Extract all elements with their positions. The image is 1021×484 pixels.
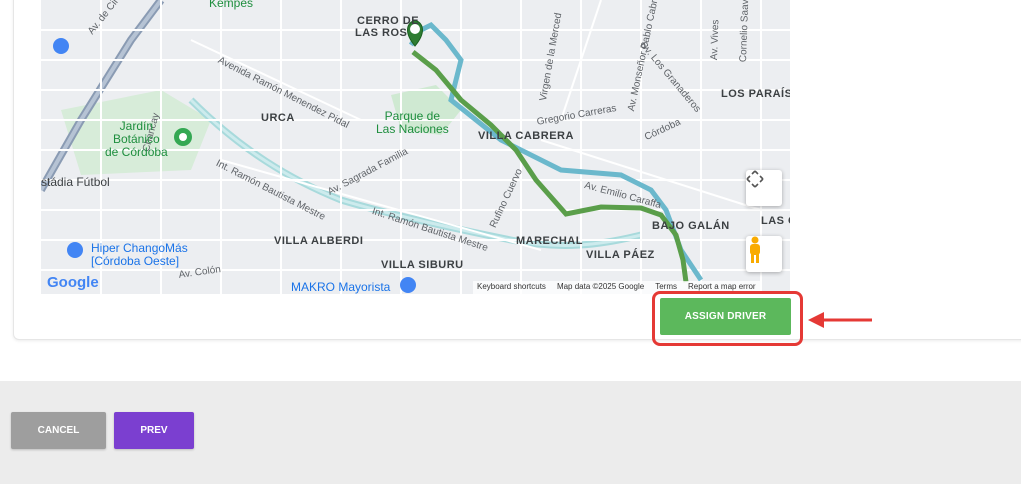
label-las-c: LAS C	[761, 215, 790, 227]
route-map[interactable]: CERRO DE LAS ROS URCA VILLA CABRERA LOS …	[41, 0, 790, 294]
assign-driver-button[interactable]: ASSIGN DRIVER	[660, 298, 791, 335]
label-los-paraisos: LOS PARAÍS	[721, 88, 790, 100]
label-marechal: MARECHAL	[516, 235, 583, 247]
label-villa-paez: VILLA PÁEZ	[586, 249, 655, 261]
label-villa-alberdi: VILLA ALBERDI	[274, 235, 364, 247]
poi-chango: Hiper ChangoMás [Córdoba Oeste]	[91, 241, 188, 268]
pointer-arrow-icon	[808, 312, 872, 328]
poi-parque: Parque de Las Naciones	[376, 109, 449, 136]
lock-poi-icon	[53, 38, 69, 54]
label-cerro: CERRO DE	[357, 15, 420, 27]
google-logo: Google	[47, 274, 99, 291]
street-view-button[interactable]	[746, 236, 782, 272]
label-villa-siburu: VILLA SIBURU	[381, 259, 464, 271]
cancel-button[interactable]: CANCEL	[11, 412, 106, 449]
map-data-text: Map data ©2025 Google	[556, 282, 645, 291]
poi-kempes: Kempes	[209, 0, 254, 10]
pegman-icon	[750, 236, 760, 263]
poi-jardin: Jardín Botánico de Córdoba	[105, 119, 168, 159]
poi-makro: MAKRO Mayorista	[291, 280, 391, 294]
prev-button[interactable]: PREV	[114, 412, 194, 449]
fullscreen-icon	[746, 170, 764, 188]
shopping-poi-icon	[67, 242, 83, 258]
label-bajo-galan: BAJO GALÁN	[652, 220, 730, 232]
fullscreen-button[interactable]	[746, 170, 782, 206]
label-villa-cabrera: VILLA CABRERA	[478, 130, 574, 142]
poi-estadio: stádia Fútbol	[41, 175, 110, 189]
label-urca: URCA	[261, 112, 295, 124]
keyboard-shortcuts-link[interactable]: Keyboard shortcuts	[477, 282, 546, 293]
label-las-rosas: LAS ROS	[355, 27, 408, 39]
makro-poi-icon	[400, 277, 416, 293]
street-vives: Av. Vives	[709, 19, 722, 61]
